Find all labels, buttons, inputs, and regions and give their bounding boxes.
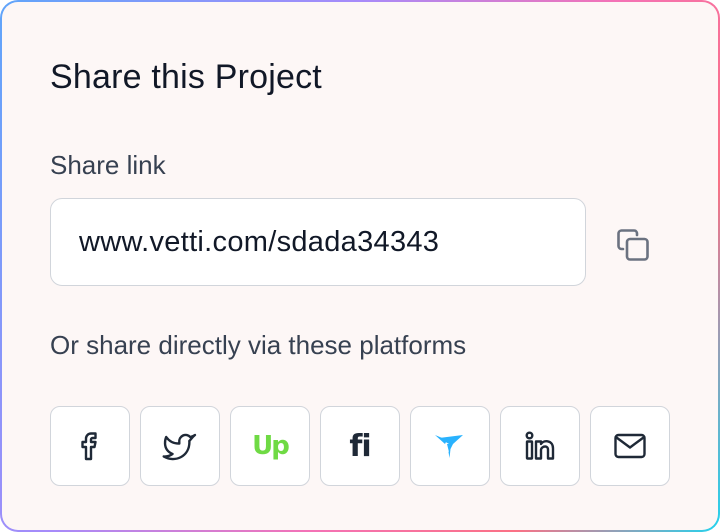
mail-icon <box>613 432 647 460</box>
upwork-icon: Up <box>252 431 290 461</box>
share-facebook-button[interactable] <box>50 406 130 486</box>
share-link-field[interactable]: www.vetti.com/sdada34343 <box>50 198 586 286</box>
freelancer-icon <box>433 432 467 460</box>
platforms-label: Or share directly via these platforms <box>50 330 467 360</box>
facebook-icon <box>75 430 105 462</box>
twitter-icon <box>162 430 198 462</box>
share-link-label: Share link <box>50 150 166 180</box>
share-twitter-button[interactable] <box>140 406 220 486</box>
share-fiverr-button[interactable]: fi <box>320 406 400 486</box>
share-upwork-button[interactable]: Up <box>230 406 310 486</box>
dialog-title: Share this Project <box>50 58 322 96</box>
share-dialog-frame: Share this Project Share link www.vetti.… <box>0 0 720 532</box>
copy-link-button[interactable] <box>608 222 658 272</box>
share-dialog: Share this Project Share link www.vetti.… <box>2 2 718 530</box>
copy-icon <box>613 225 653 270</box>
share-freelancer-button[interactable] <box>410 406 490 486</box>
share-link-value[interactable]: www.vetti.com/sdada34343 <box>79 226 439 259</box>
fiverr-icon: fi <box>349 428 371 464</box>
share-email-button[interactable] <box>590 406 670 486</box>
platform-buttons: Up fi <box>50 406 670 486</box>
share-linkedin-button[interactable] <box>500 406 580 486</box>
linkedin-icon <box>523 429 557 463</box>
